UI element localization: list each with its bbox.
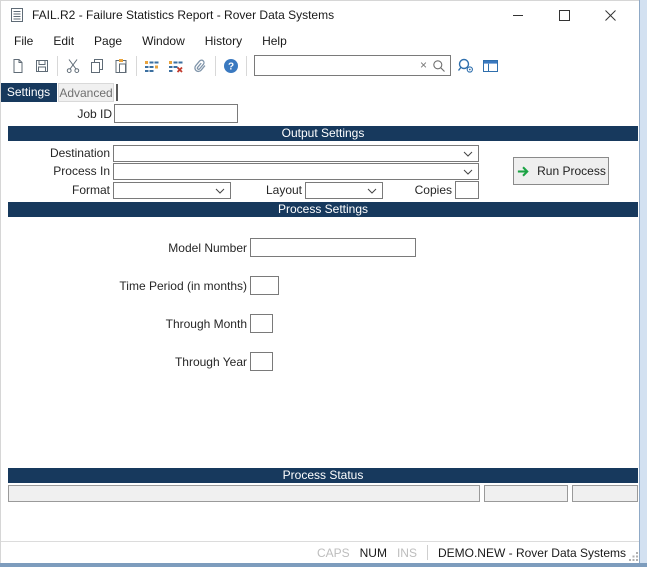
process-status-header: Process Status: [8, 468, 638, 483]
through-month-label: Through Month: [165, 317, 247, 331]
destination-label: Destination: [49, 146, 110, 160]
panel-layout-icon: [482, 59, 498, 72]
cut-icon: [66, 58, 80, 73]
process-in-label: Process In: [53, 164, 110, 178]
delete-rows-button[interactable]: [164, 55, 188, 77]
copies-input[interactable]: [455, 181, 479, 199]
format-label: Format: [71, 183, 110, 197]
chevron-down-icon: [463, 169, 478, 175]
process-settings-header: Process Settings: [8, 202, 638, 217]
time-period-input[interactable]: [250, 276, 279, 295]
advanced-lookup-button[interactable]: [454, 55, 478, 77]
process-status-field-main: [8, 485, 480, 502]
toolbar-separator: [215, 55, 216, 76]
caps-lock-indicator: CAPS: [316, 545, 350, 560]
window-controls: [495, 0, 633, 30]
chevron-down-icon: [215, 188, 230, 194]
window-frame-left: [0, 0, 1, 567]
tab-settings[interactable]: Settings: [0, 83, 57, 102]
run-arrow-icon: [518, 166, 529, 176]
through-month-input[interactable]: [250, 314, 273, 333]
maximize-button[interactable]: [541, 0, 587, 30]
layout-label: Layout: [265, 183, 302, 197]
attachment-icon: [194, 59, 206, 72]
through-year-input[interactable]: [250, 352, 273, 371]
tab-divider: [116, 84, 118, 101]
menu-bar: File Edit Page Window History Help: [0, 30, 644, 52]
clear-search-icon[interactable]: ×: [416, 56, 431, 75]
search-input[interactable]: [255, 57, 416, 74]
chevron-down-icon: [463, 151, 478, 157]
title-bar: FAIL.R2 - Failure Statistics Report - Ro…: [0, 0, 640, 30]
insert-rows-button[interactable]: [140, 55, 164, 77]
insert-mode-indicator: INS: [396, 545, 417, 560]
time-period-label: Time Period (in months): [119, 279, 247, 293]
status-bar: CAPS NUM INS DEMO.NEW - Rover Data Syste…: [0, 542, 640, 563]
copy-button[interactable]: [85, 55, 109, 77]
new-document-button[interactable]: [6, 55, 30, 77]
search-icon[interactable]: [431, 59, 451, 73]
copies-label: Copies: [414, 183, 452, 197]
window-frame-top: [0, 0, 647, 1]
maximize-icon: [558, 9, 570, 21]
toolbar-separator: [136, 55, 137, 76]
insert-rows-icon: [145, 60, 159, 72]
job-id-label: Job ID: [77, 107, 112, 121]
advanced-lookup-icon: [457, 58, 473, 73]
app-document-icon: [9, 7, 25, 23]
job-id-input[interactable]: [114, 104, 238, 123]
paste-button[interactable]: [109, 55, 133, 77]
delete-rows-icon: [169, 60, 183, 73]
run-process-label: Run Process: [537, 164, 606, 178]
process-status-field-3: [572, 485, 638, 502]
toolbar: ? ×: [0, 52, 646, 79]
model-number-label: Model Number: [168, 241, 247, 255]
process-status-field-2: [484, 485, 568, 502]
menu-history[interactable]: History: [195, 30, 252, 52]
statusbar-divider: [426, 545, 428, 560]
layout-select[interactable]: [305, 182, 383, 199]
menu-file[interactable]: File: [4, 30, 43, 52]
through-year-label: Through Year: [174, 355, 247, 369]
num-lock-indicator: NUM: [359, 545, 387, 560]
search-box: ×: [254, 55, 451, 76]
session-label: DEMO.NEW - Rover Data Systems: [437, 545, 626, 560]
window-title: FAIL.R2 - Failure Statistics Report - Ro…: [32, 8, 335, 22]
destination-select[interactable]: [113, 145, 479, 162]
menu-help[interactable]: Help: [252, 30, 297, 52]
help-icon: ?: [224, 58, 238, 73]
svg-text:?: ?: [228, 61, 234, 72]
window-frame-right-fill: [640, 0, 647, 567]
minimize-button[interactable]: [495, 0, 541, 30]
app-window: FAIL.R2 - Failure Statistics Report - Ro…: [0, 0, 647, 567]
menu-window[interactable]: Window: [132, 30, 195, 52]
toolbar-separator: [246, 55, 247, 76]
menu-edit[interactable]: Edit: [43, 30, 84, 52]
toolbar-separator: [57, 55, 58, 76]
run-process-button[interactable]: Run Process: [513, 157, 609, 185]
process-in-select[interactable]: [113, 163, 479, 180]
new-document-icon: [13, 58, 23, 73]
copy-icon: [91, 58, 103, 73]
chevron-down-icon: [367, 188, 382, 194]
save-icon: [36, 59, 48, 72]
minimize-icon: [512, 14, 523, 16]
menu-page[interactable]: Page: [84, 30, 132, 52]
tab-advanced[interactable]: Advanced: [58, 83, 114, 102]
close-icon: [604, 9, 616, 21]
attachment-button[interactable]: [188, 55, 212, 77]
paste-icon: [115, 58, 127, 73]
cut-button[interactable]: [61, 55, 85, 77]
format-select[interactable]: [113, 182, 231, 199]
output-settings-header: Output Settings: [8, 126, 638, 141]
window-frame-bottom: [0, 563, 647, 567]
help-button[interactable]: ?: [219, 55, 243, 77]
close-button[interactable]: [587, 0, 633, 30]
save-button[interactable]: [30, 55, 54, 77]
model-number-input[interactable]: [250, 238, 416, 257]
panel-layout-button[interactable]: [478, 55, 502, 77]
